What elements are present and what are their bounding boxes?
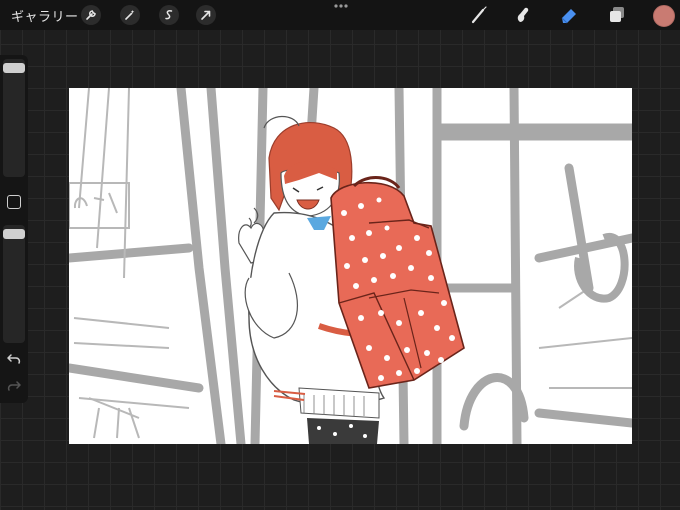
brush-size-slider[interactable]	[3, 59, 25, 177]
layers-icon[interactable]	[606, 4, 628, 26]
wrench-icon[interactable]	[81, 5, 101, 25]
modify-button[interactable]	[7, 195, 21, 209]
eraser-icon[interactable]	[558, 4, 580, 26]
opacity-slider[interactable]	[3, 225, 25, 343]
artwork-sketch	[69, 88, 632, 444]
undo-icon[interactable]	[6, 352, 22, 366]
brush-icon[interactable]	[468, 4, 490, 26]
brush-size-slider-handle[interactable]	[3, 63, 25, 73]
redo-icon[interactable]	[6, 379, 22, 393]
left-sidebar	[0, 55, 28, 403]
opacity-slider-handle[interactable]	[3, 229, 25, 239]
transform-arrow-icon[interactable]	[196, 5, 216, 25]
smudge-icon[interactable]	[512, 4, 534, 26]
drawing-canvas[interactable]	[69, 88, 632, 444]
selection-icon[interactable]	[159, 5, 179, 25]
magic-wand-icon[interactable]	[120, 5, 140, 25]
color-swatch[interactable]	[653, 5, 675, 27]
top-toolbar: ギャラリー	[0, 0, 680, 30]
more-dots-icon[interactable]	[333, 3, 349, 9]
gallery-button[interactable]: ギャラリー	[11, 6, 79, 25]
